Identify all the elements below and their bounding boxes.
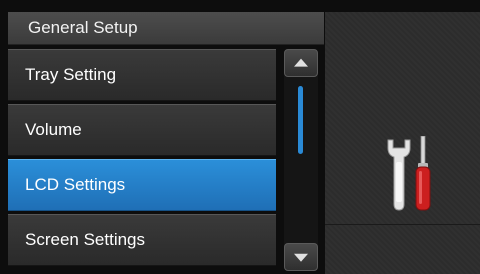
menu-item-label: Tray Setting [25,65,117,84]
menu-item-screen-settings[interactable]: Screen Settings [8,214,276,266]
scroll-up-button[interactable] [284,49,318,77]
page-title: General Setup [28,18,138,37]
menu-item-label: LCD Settings [25,175,126,194]
scroll-down-button[interactable] [284,243,318,271]
wrench-screwdriver-icon [387,136,431,211]
wrench-icon [387,139,411,211]
screwdriver-icon [415,136,431,211]
triangle-down-icon [294,253,308,262]
scrollbar-track[interactable] [284,49,318,271]
panel-divider [325,224,480,225]
header-bar: General Setup [8,12,324,45]
menu-item-label: Volume [25,120,82,139]
scrollbar-thumb[interactable] [298,86,303,154]
menu-item-tray-setting[interactable]: Tray Setting [8,49,276,101]
menu-item-volume[interactable]: Volume [8,104,276,156]
lcd-screen: General Setup Tray Setting Volume LCD Se… [0,0,480,274]
triangle-up-icon [294,58,308,67]
menu-item-lcd-settings[interactable]: LCD Settings [8,159,276,211]
menu-item-label: Screen Settings [25,230,146,249]
